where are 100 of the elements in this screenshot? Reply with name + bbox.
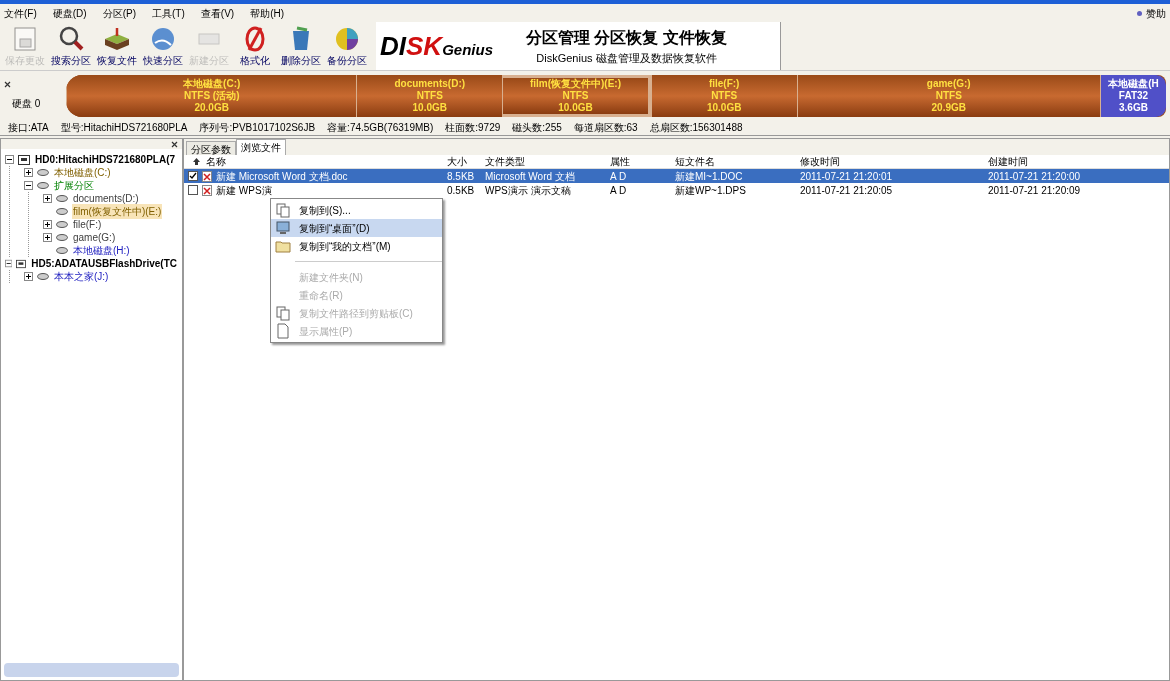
tree-item[interactable]: HD5:ADATAUSBFlashDrive(TC bbox=[30, 256, 178, 271]
plus-box-icon[interactable] bbox=[43, 194, 52, 203]
document-icon bbox=[275, 323, 291, 339]
column-header[interactable]: 文件类型 bbox=[485, 154, 610, 169]
menu-item[interactable]: 复制到“我的文档”(M) bbox=[271, 237, 442, 255]
table-cell-text: 2011-07-21 21:20:01 bbox=[800, 169, 894, 184]
menu-item-label: 复制到“桌面”(D) bbox=[299, 221, 370, 236]
disk-info-text: 磁头数:255 bbox=[512, 121, 562, 135]
drive-icon bbox=[37, 169, 49, 176]
monitor-icon bbox=[275, 220, 291, 236]
menu-item-label: 重命名(R) bbox=[299, 288, 343, 303]
plus-box-icon[interactable] bbox=[24, 168, 33, 177]
disk-info-text: 容量:74.5GB(76319MB) bbox=[327, 121, 434, 135]
table-cell-text: 新建 WPS演 bbox=[216, 183, 273, 198]
menu-item[interactable]: 查看(V) bbox=[200, 5, 235, 21]
partition-block[interactable]: 本地磁盘(C:) NTFS (活动) 20.0GB bbox=[66, 74, 357, 117]
menu-item-label: 复制到“我的文档”(M) bbox=[299, 239, 391, 254]
plus-box-icon[interactable] bbox=[24, 272, 33, 281]
close-icon[interactable] bbox=[4, 80, 11, 88]
copy-icon bbox=[275, 202, 291, 218]
drive-icon bbox=[56, 221, 68, 228]
tree-item[interactable]: documents(D:) bbox=[72, 191, 140, 206]
tree-item[interactable]: 本地磁盘(H:) bbox=[72, 243, 131, 258]
plus-box-icon[interactable] bbox=[43, 233, 52, 242]
column-header[interactable]: 修改时间 bbox=[800, 154, 988, 169]
menu-item[interactable]: 文件(F) bbox=[4, 5, 37, 21]
plus-box-icon[interactable] bbox=[43, 220, 52, 229]
toolbar-button[interactable]: 备份分区 bbox=[326, 25, 368, 70]
partition-block[interactable]: documents(D:) NTFS 10.0GB bbox=[356, 74, 503, 117]
disk-info-text: 序列号:PVB1017102S6JB bbox=[199, 121, 316, 135]
globe-icon bbox=[149, 25, 177, 53]
table-cell-text: 新建 Microsoft Word 文档.doc bbox=[216, 169, 349, 184]
menu-item-label: 新建文件夹(N) bbox=[299, 270, 363, 285]
column-header[interactable]: 大小 bbox=[447, 154, 485, 169]
tab[interactable]: 浏览文件 bbox=[236, 139, 286, 155]
minus-box-icon[interactable] bbox=[5, 155, 14, 164]
drive-icon bbox=[56, 195, 68, 202]
table-cell-text: Microsoft Word 文档 bbox=[485, 169, 576, 184]
file-row[interactable]: 新建 Microsoft Word 文档.doc 8.5KB Microsoft Word 文档 A D 新建MI~1.DOC 2011-07-21 21:20:01 2011-07-21 21:20:00 bbox=[184, 169, 1169, 183]
drive-icon bbox=[37, 273, 49, 280]
copy-icon bbox=[275, 305, 291, 321]
table-cell-text: 0.5KB bbox=[447, 183, 476, 198]
minus-box-icon[interactable] bbox=[5, 259, 13, 268]
menu-item[interactable]: 复制到“桌面”(D) bbox=[271, 219, 442, 237]
sponsor-link[interactable]: 赞助 bbox=[1146, 5, 1166, 21]
tree-item[interactable]: game(G:) bbox=[72, 230, 117, 245]
column-header[interactable]: 短文件名 bbox=[675, 154, 800, 169]
close-icon[interactable] bbox=[171, 140, 178, 148]
menu-item-label: 显示属性(P) bbox=[299, 324, 353, 339]
menu-item[interactable]: 分区(P) bbox=[102, 5, 136, 21]
tree-item[interactable]: film(恢复文件中)(E:) bbox=[72, 204, 163, 219]
pie-disc-icon bbox=[333, 25, 361, 53]
file-icon bbox=[202, 170, 212, 182]
disk-info-text: 总扇区数:156301488 bbox=[649, 121, 743, 135]
disk-info-text: 型号:HitachiHDS721680PLA bbox=[60, 121, 188, 135]
minus-box-icon[interactable] bbox=[24, 181, 33, 190]
table-cell-text: 2011-07-21 21:20:05 bbox=[800, 183, 894, 198]
soil-block-icon bbox=[103, 25, 131, 53]
disk-info-text: 柱面数:9729 bbox=[445, 121, 501, 135]
logo: DISKGenius bbox=[379, 29, 494, 63]
file-row[interactable]: 新建 WPS演 0.5KB WPS演示 演示文稿 A D 新建WP~1.DPS 2011-07-21 21:20:05 2011-07-21 21:20:09 bbox=[184, 183, 1169, 197]
banner-title: 分区管理 分区恢复 文件恢复 bbox=[526, 27, 727, 48]
tree-item[interactable]: file(F:) bbox=[72, 217, 103, 232]
menu-item[interactable]: 复制到(S)... bbox=[271, 201, 442, 219]
horizontal-scrollbar[interactable] bbox=[4, 663, 179, 677]
table-cell-text: WPS演示 演示文稿 bbox=[485, 183, 572, 198]
disk-label: 硬盘 0 bbox=[11, 96, 42, 111]
column-header[interactable]: 创建时间 bbox=[988, 154, 1168, 169]
drive-icon bbox=[56, 234, 68, 241]
partition-block[interactable]: 本地磁盘(H FAT32 3.6GB bbox=[1100, 74, 1166, 117]
menu-item-label: 复制文件路径到剪贴板(C) bbox=[299, 306, 413, 321]
drive-icon bbox=[56, 208, 68, 215]
drive-icon bbox=[56, 247, 68, 254]
menu-item[interactable]: 帮助(H) bbox=[250, 5, 285, 21]
toolbar-button[interactable]: 搜索分区 bbox=[50, 25, 92, 70]
banner-subtitle: DiskGenius 磁盘管理及数据恢复软件 bbox=[536, 50, 717, 66]
disk-info-text: 每道扇区数:63 bbox=[573, 121, 638, 135]
column-header[interactable]: 属性 bbox=[610, 154, 675, 169]
toolbar-button[interactable]: 格式化 bbox=[234, 25, 276, 70]
toolbar-button[interactable]: 恢复文件 bbox=[96, 25, 138, 70]
toolbar-button[interactable]: 快速分区 bbox=[142, 25, 184, 70]
tree-item[interactable]: HD0:HitachiHDS721680PLA(7 bbox=[34, 152, 177, 167]
menu-item[interactable]: 硬盘(D) bbox=[52, 5, 87, 21]
menu-item[interactable]: 工具(T) bbox=[152, 5, 185, 21]
up-arrow-icon[interactable] bbox=[192, 157, 201, 166]
tree-item[interactable]: 本本之家(J:) bbox=[53, 269, 110, 284]
partition-block[interactable]: game(G:) NTFS 20.9GB bbox=[796, 74, 1100, 117]
table-cell-text: 8.5KB bbox=[447, 169, 476, 184]
toolbar-button[interactable]: 删除分区 bbox=[280, 25, 322, 70]
checkbox[interactable] bbox=[188, 185, 198, 195]
table-cell-text: 2011-07-21 21:20:09 bbox=[988, 183, 1082, 198]
tree-item[interactable]: 本地磁盘(C:) bbox=[53, 165, 112, 180]
table-cell-text: 新建MI~1.DOC bbox=[675, 169, 744, 184]
tab[interactable]: 分区参数 bbox=[186, 141, 236, 155]
table-cell-text: A D bbox=[610, 169, 628, 184]
partition-block[interactable]: film(恢复文件中)(E:) NTFS 10.0GB bbox=[502, 74, 651, 117]
tree-item[interactable]: 扩展分区 bbox=[53, 178, 95, 193]
partition-block[interactable]: file(F:) NTFS 10.0GB bbox=[650, 74, 797, 117]
checkbox[interactable] bbox=[188, 171, 198, 181]
column-header[interactable]: 名称 bbox=[206, 154, 447, 169]
